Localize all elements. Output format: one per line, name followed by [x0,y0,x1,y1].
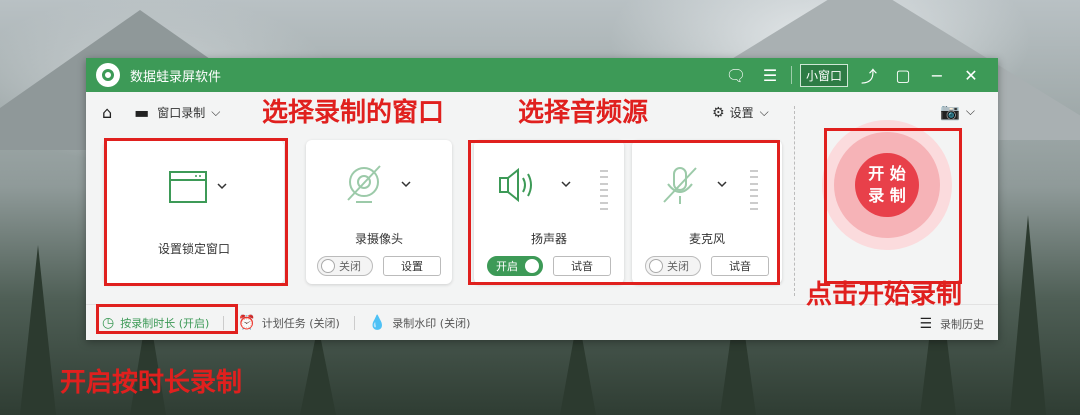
annotation-box-start [824,128,962,284]
camera-icon: 📷 [940,102,960,121]
divider [794,106,795,296]
gear-icon: ⚙ [712,104,725,121]
screenshot-button[interactable]: 📷 ⌵ [940,102,975,121]
mode-selector[interactable]: ▬ 窗口录制 ⌵ [134,103,220,122]
chevron-down-icon: ⌵ [965,104,976,118]
fullscreen-icon[interactable]: ▢ [886,66,920,85]
home-button[interactable]: ⌂ [102,103,120,122]
history-label: 录制历史 [940,318,984,331]
mode-label: 窗口录制 [157,105,206,120]
recording-history-button[interactable]: ☰ 录制历史 [919,316,984,332]
webcam-toggle[interactable]: 关闭 [317,256,373,276]
webcam-controls: 关闭 设置 [306,256,452,276]
chevron-down-icon: ⌵ [759,105,769,119]
home-icon: ⌂ [102,102,113,122]
annotation-click-start: 点击开始录制 [806,280,963,310]
settings-button[interactable]: ⚙ 设置 ⌵ [712,104,769,121]
watermark-toggle[interactable]: 💧 录制水印 (关闭) [369,315,471,331]
alarm-clock-icon: ⏰ [238,314,256,331]
app-logo-icon [96,63,120,87]
window-title: 数据蛙录屏软件 [130,69,222,85]
tree [1010,215,1046,415]
window-mode-icon: ▬ [134,102,150,122]
annotation-box-duration [96,304,238,334]
webcam-card[interactable]: 录摄像头 关闭 设置 [306,140,452,284]
menu-icon[interactable]: ☰ [753,66,787,85]
list-icon: ☰ [919,316,932,332]
drop-icon: 💧 [368,314,387,331]
chevron-down-icon: ⌵ [211,104,221,119]
bottombar-divider [353,315,355,330]
scheduled-task-toggle[interactable]: ⏰ 计划任务 (关闭) [238,315,340,331]
title-bar: 数据蛙录屏软件 🗨 ☰ 小窗口 ⤴ ▢ − ✕ [86,58,998,92]
annotation-select-window: 选择录制的窗口 [262,98,445,128]
watermark-label: 录制水印 (关闭) [392,316,471,330]
settings-label: 设置 [729,106,754,120]
webcam-icon [347,165,411,203]
annotation-box-window [104,138,288,286]
pin-icon[interactable]: ⤴ [852,63,886,87]
webcam-label: 录摄像头 [354,232,403,246]
tree [20,245,56,415]
titlebar-divider [790,66,792,84]
schedule-label: 计划任务 (关闭) [261,316,340,330]
webcam-settings-button[interactable]: 设置 [383,256,441,276]
minimize-icon[interactable]: − [920,66,954,85]
annotation-enable-duration: 开启按时长录制 [60,368,243,398]
mini-window-button[interactable]: 小窗口 [799,63,848,87]
feedback-icon[interactable]: 🗨 [719,66,753,85]
annotation-select-audio: 选择音频源 [518,98,649,128]
close-icon[interactable]: ✕ [954,66,988,85]
annotation-box-audio [468,140,780,285]
